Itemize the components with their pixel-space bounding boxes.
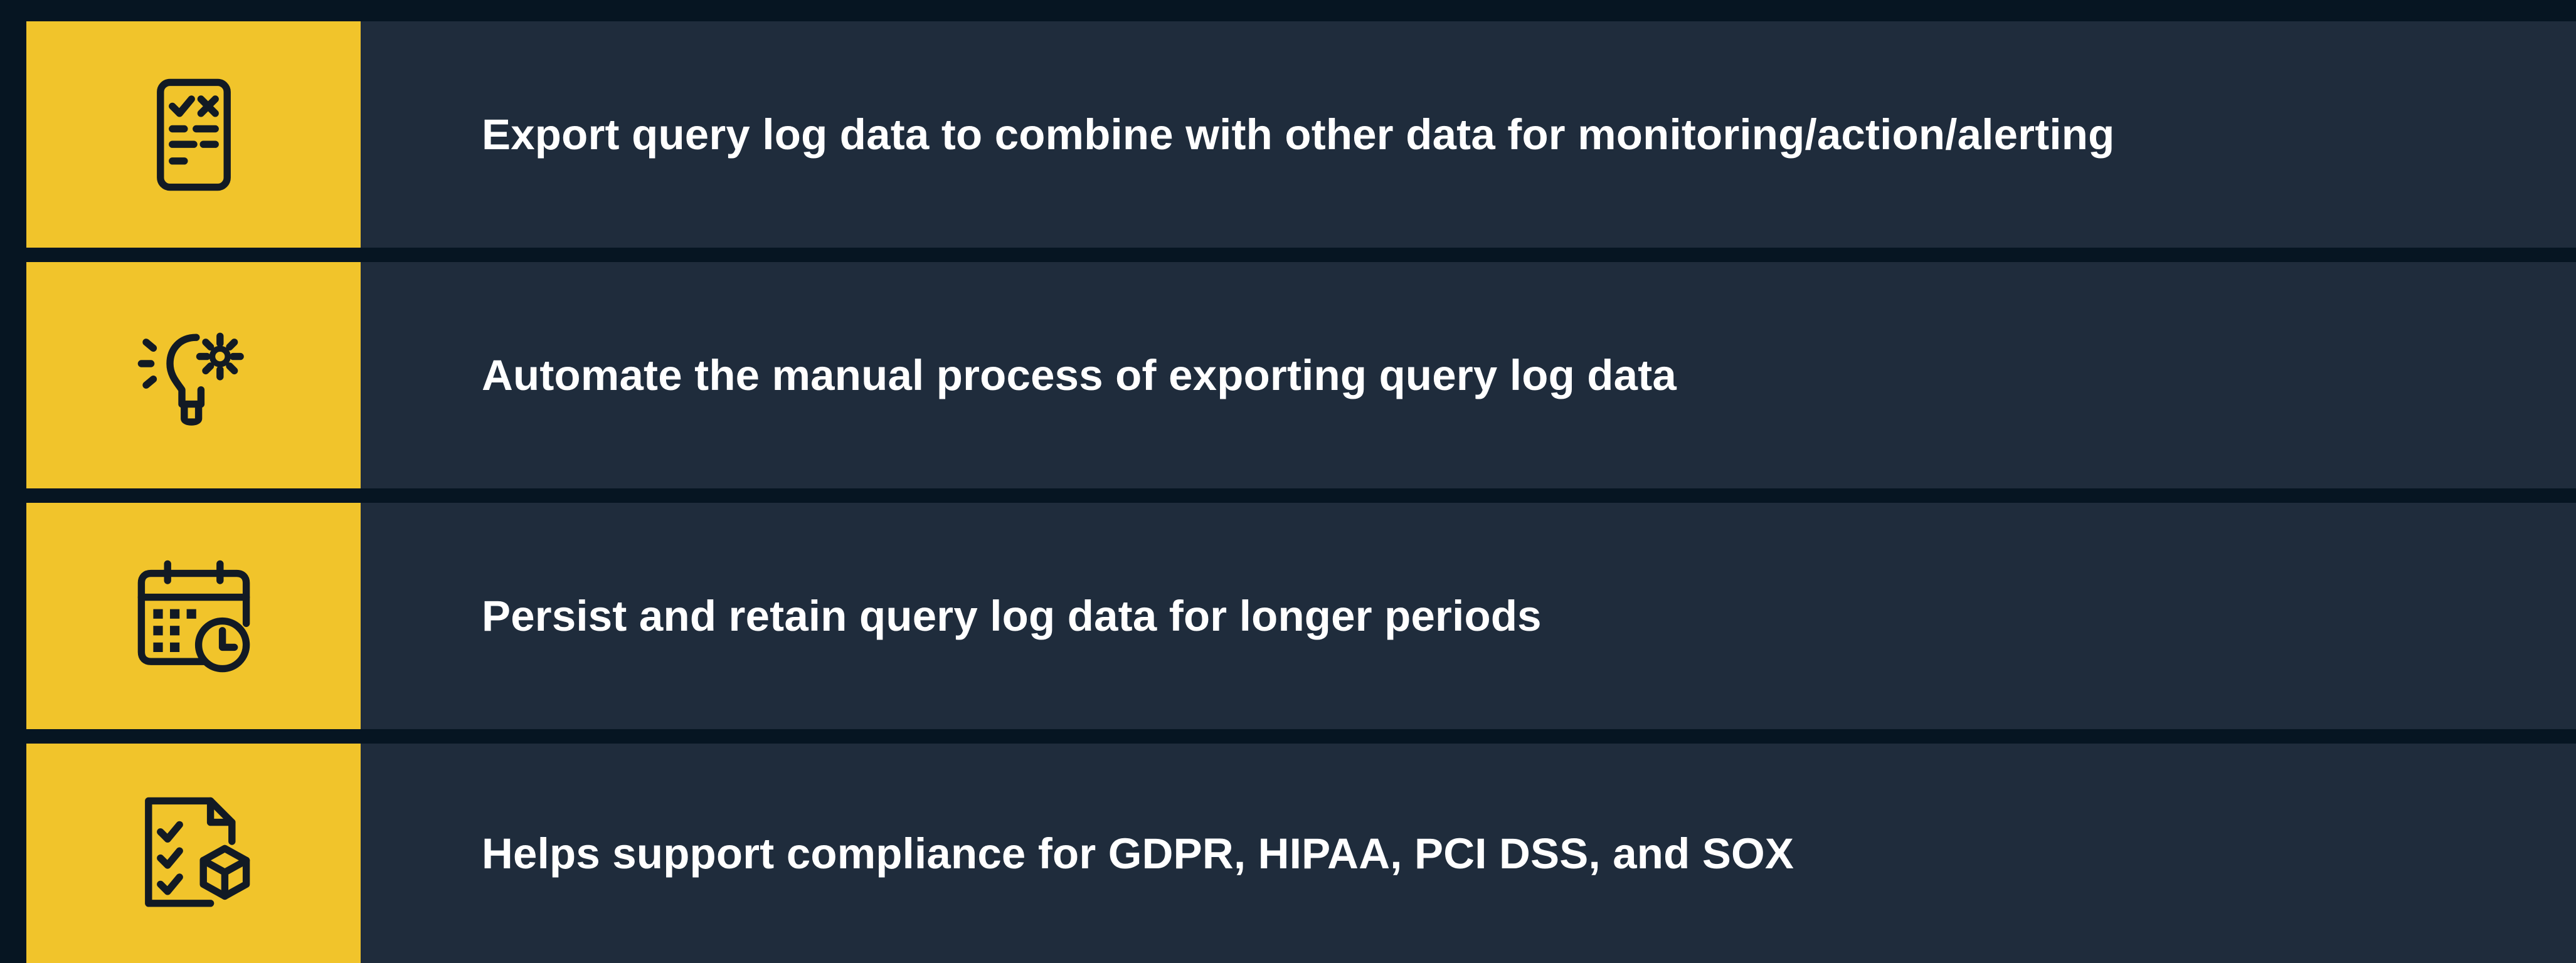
feature-text: Automate the manual process of exporting… (482, 351, 1677, 399)
feature-row: Export query log data to combine with ot… (26, 21, 2576, 248)
feature-icon-tile (26, 21, 361, 248)
checklist-document-icon (156, 78, 231, 191)
feature-text-cell: Persist and retain query log data for lo… (361, 503, 2576, 729)
feature-text: Persist and retain query log data for lo… (482, 592, 1542, 640)
feature-icon-tile (26, 503, 361, 729)
feature-row: Helps support compliance for GDPR, HIPAA… (26, 744, 2576, 963)
compliance-checklist-icon (144, 797, 250, 907)
feature-row: Automate the manual process of exporting… (26, 262, 2576, 488)
feature-icon-tile (26, 262, 361, 488)
feature-text: Export query log data to combine with ot… (482, 110, 2115, 159)
calendar-clock-icon (137, 560, 250, 672)
feature-icon-tile (26, 744, 361, 963)
feature-text: Helps support compliance for GDPR, HIPAA… (482, 829, 1794, 878)
feature-text-cell: Helps support compliance for GDPR, HIPAA… (361, 744, 2576, 963)
feature-row: Persist and retain query log data for lo… (26, 503, 2576, 729)
lightbulb-gear-icon (137, 332, 244, 426)
feature-list: Export query log data to combine with ot… (26, 21, 2576, 963)
feature-text-cell: Automate the manual process of exporting… (361, 262, 2576, 488)
feature-text-cell: Export query log data to combine with ot… (361, 21, 2576, 248)
